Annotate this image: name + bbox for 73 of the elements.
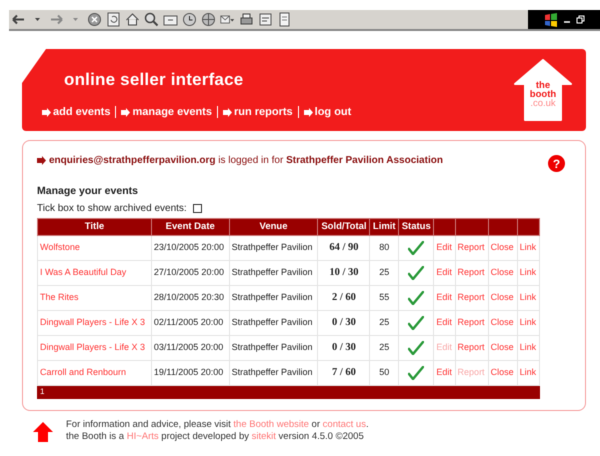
event-title-link[interactable]: Wolfstone: [40, 242, 80, 252]
disabled-link: Report: [458, 367, 485, 377]
page-number[interactable]: 1: [38, 385, 540, 398]
logo-text: the booth .co.uk: [528, 81, 558, 108]
search-icon[interactable]: [144, 12, 159, 27]
globe-icon[interactable]: [201, 12, 216, 27]
table-cell: 80: [370, 235, 399, 260]
back-arrow-icon[interactable]: [11, 12, 26, 27]
footer-text: the Booth is a HI~Arts project developed by sitekit version 4.5.0 ©2005: [66, 431, 365, 443]
table-cell: 25: [370, 310, 399, 336]
table-cell: Strathpeffer Pavilion: [229, 235, 318, 260]
column-header: Title: [38, 218, 152, 236]
footer-link[interactable]: HI~Arts: [126, 431, 159, 442]
column-header: Status: [398, 218, 434, 236]
login-status: enquiries@strathpefferpavilion.org is logged in for Strathpeffer Pavilion Association: [49, 154, 443, 168]
footer-link[interactable]: the Booth website: [233, 419, 309, 430]
stop-icon[interactable]: [87, 12, 102, 27]
arrow-icon: [121, 108, 130, 116]
table-cell: 0 / 30: [318, 310, 370, 336]
table-cell: 7 / 60: [318, 360, 370, 386]
table-cell: 55: [370, 285, 399, 310]
disabled-link: Edit: [436, 342, 452, 352]
section-title: Manage your events: [37, 184, 139, 199]
page-title: online seller interface: [64, 69, 244, 91]
footer-link[interactable]: contact us: [322, 419, 366, 430]
nav-link[interactable]: add events: [42, 106, 116, 118]
archive-label: Tick box to show archived events:: [37, 202, 187, 216]
table-cell: 50: [370, 360, 399, 386]
table-cell: 19/11/2005 20:00: [151, 360, 230, 386]
table-cell: 25: [370, 260, 399, 286]
archive-checkbox[interactable]: [192, 204, 202, 213]
refresh-icon[interactable]: [106, 12, 121, 27]
column-header: Limit: [370, 218, 399, 236]
event-title-link[interactable]: The Rites: [40, 292, 79, 302]
table-cell: 02/11/2005 20:00: [151, 310, 230, 336]
arrow-icon: [304, 108, 313, 116]
table-cell: 64 / 90: [318, 235, 370, 260]
restore-icon[interactable]: [576, 15, 585, 24]
nav-link[interactable]: manage events: [115, 106, 217, 118]
nav-link[interactable]: log out: [298, 106, 356, 118]
table-cell: 25: [370, 335, 399, 360]
column-header: [517, 218, 540, 236]
table-cell: 03/11/2005 20:00: [151, 335, 230, 360]
document-icon[interactable]: [258, 12, 273, 27]
page-icon[interactable]: [277, 12, 292, 27]
history-icon[interactable]: [182, 12, 197, 27]
table-cell: 0 / 30: [318, 335, 370, 360]
help-button[interactable]: ?: [548, 155, 565, 172]
column-header: [488, 218, 518, 236]
table-cell: Strathpeffer Pavilion: [229, 310, 318, 336]
arrow-icon: [42, 108, 51, 116]
table-cell: 23/10/2005 20:00: [151, 235, 230, 260]
table-cell: Strathpeffer Pavilion: [229, 285, 318, 310]
arrow-icon: [222, 108, 232, 116]
table-cell: Strathpeffer Pavilion: [229, 360, 318, 386]
windows-logo-icon: [544, 12, 558, 26]
table-cell: Strathpeffer Pavilion: [229, 260, 318, 286]
nav-link[interactable]: run reports: [216, 106, 298, 118]
arrow-icon: [37, 156, 46, 165]
table-cell: 10 / 30: [318, 260, 370, 286]
table-cell: 28/10/2005 20:30: [151, 285, 230, 310]
house-logo-icon: [514, 59, 572, 121]
table-cell: 2 / 60: [318, 285, 370, 310]
printer-icon[interactable]: [239, 12, 254, 27]
home-icon[interactable]: [125, 12, 140, 27]
house-arrow-icon: [32, 421, 54, 443]
table-cell: 27/10/2005 20:00: [151, 260, 230, 286]
footer-text: For information and advice, please visit the Booth website or contact us.: [66, 419, 369, 431]
column-header: Event Date: [151, 218, 230, 236]
footer-link[interactable]: sitekit: [252, 431, 276, 442]
column-header: Sold/Total: [318, 218, 370, 236]
column-header: Venue: [229, 218, 318, 236]
table-cell: Strathpeffer Pavilion: [229, 335, 318, 360]
